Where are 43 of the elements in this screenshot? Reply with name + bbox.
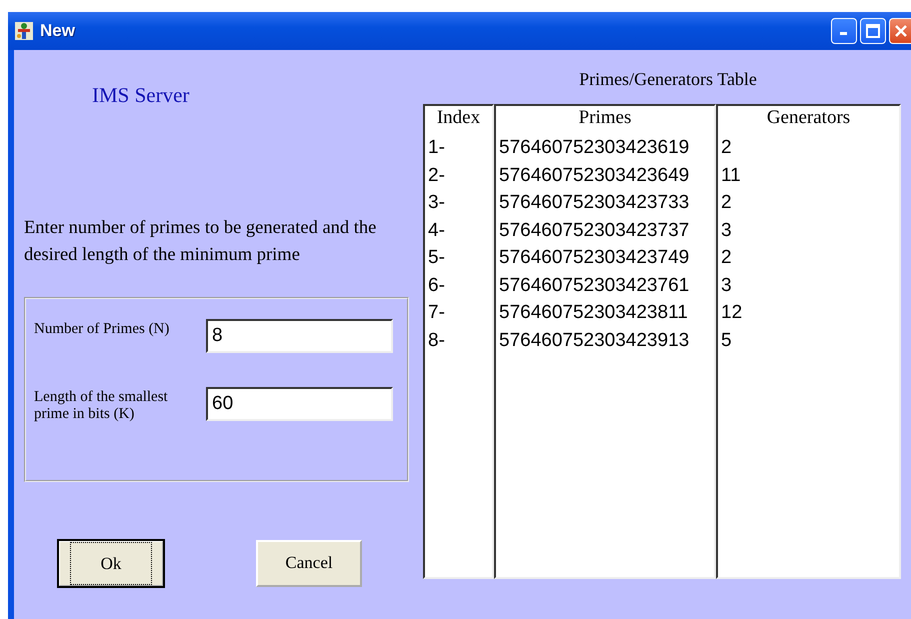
- minimize-button[interactable]: [831, 18, 857, 44]
- index-cell-text: 4-: [428, 218, 446, 242]
- prime-cell-text: 576460752303423619: [499, 136, 690, 160]
- cancel-button[interactable]: Cancel: [256, 540, 362, 586]
- close-icon: [894, 24, 908, 38]
- generator-cell-text: 11: [721, 164, 742, 188]
- prime-cell-text: 576460752303423649: [499, 164, 690, 188]
- instructions-text: Enter number of primes to be generated and the desired length of the minimum prime: [24, 216, 378, 266]
- generator-cell-text: 2: [721, 136, 733, 160]
- prime-cell-text: 576460752303423749: [499, 246, 690, 270]
- prime-cell-text: 576460752303423913: [499, 328, 690, 352]
- prime-cell-text: 576460752303423737: [499, 218, 690, 242]
- maximize-button[interactable]: [860, 18, 886, 44]
- app-icon: [14, 21, 34, 41]
- generator-cell-text: 12: [721, 301, 744, 325]
- close-button[interactable]: [889, 18, 911, 44]
- column-header: Primes: [578, 106, 632, 130]
- column-header: Generators: [766, 106, 852, 130]
- index-cell-text: 5-: [428, 246, 446, 270]
- generator-cell-text: 2: [721, 246, 733, 270]
- index-cell-text: 7-: [428, 301, 446, 325]
- index-cell-text: 8-: [428, 328, 446, 352]
- maximize-icon: [866, 24, 880, 38]
- window-title: New: [40, 20, 75, 42]
- index-cell-text: 3-: [428, 191, 446, 215]
- server-heading: IMS Server: [92, 82, 190, 109]
- index-cell-text: 1-: [428, 136, 446, 160]
- prime-cell-text: 576460752303423733: [499, 191, 690, 215]
- index-cell-text: 2-: [428, 164, 446, 188]
- input-field[interactable]: 60: [206, 386, 393, 420]
- index-cell-text: 6-: [428, 274, 446, 298]
- table-title: Primes/Generators Table: [578, 68, 758, 91]
- generator-cell-text: 3: [721, 274, 733, 298]
- ok-button[interactable]: Ok: [58, 540, 164, 586]
- generator-cell-text: 5: [721, 328, 733, 352]
- generator-cell-text: 2: [721, 191, 733, 215]
- field-label: Number of Primes (N): [34, 320, 170, 338]
- generator-cell-text: 3: [721, 218, 733, 242]
- field-label: Length of the smallest prime in bits (K): [34, 388, 169, 422]
- prime-cell-text: 576460752303423811: [499, 301, 689, 325]
- prime-cell-text: 576460752303423761: [499, 274, 690, 298]
- column-header: Index: [436, 106, 482, 130]
- input-field[interactable]: 8: [206, 318, 393, 352]
